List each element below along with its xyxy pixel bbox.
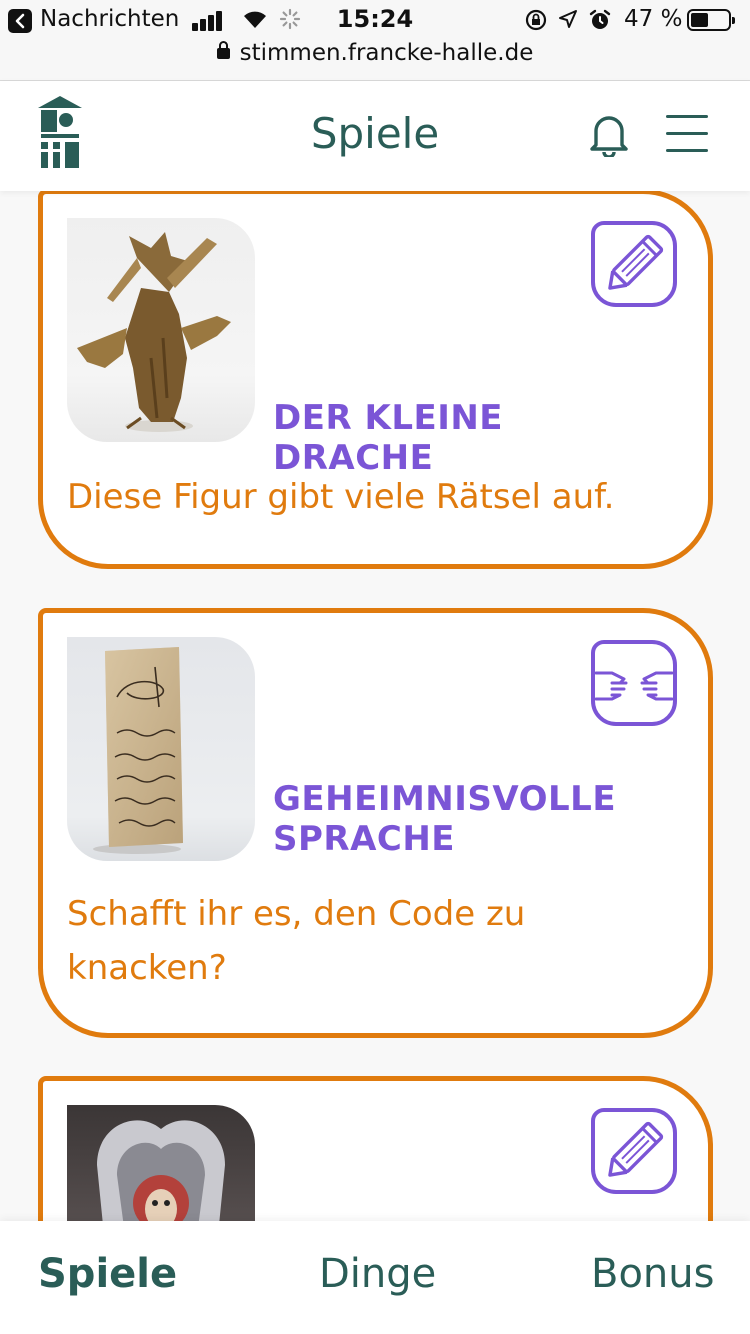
game-card-dragon[interactable]: DER KLEINE DRACHE Diese Figur gibt viele… <box>38 191 713 569</box>
game-card-language[interactable]: GEHEIMNISVOLLE SPRACHE Schafft ihr es, d… <box>38 608 713 1038</box>
hamburger-menu-icon[interactable] <box>666 115 710 153</box>
pencil-icon <box>591 221 677 307</box>
tab-bonus[interactable]: Bonus <box>591 1251 714 1297</box>
game-card-frame[interactable] <box>38 1076 713 1221</box>
url-text: stimmen.francke-halle.de <box>239 40 534 66</box>
rotation-lock-icon <box>525 9 547 31</box>
status-bar: Nachrichten 15:24 47 % stimmen.francke-h… <box>0 0 750 81</box>
tab-dinge[interactable]: Dinge <box>319 1251 436 1297</box>
alarm-icon <box>589 9 611 29</box>
pencil-icon <box>591 1108 677 1194</box>
ornate-carved-frame-photo <box>67 1105 255 1221</box>
app-header: Spiele <box>0 81 750 191</box>
location-icon <box>559 10 577 28</box>
dragon-figure-photo <box>67 218 255 442</box>
card-description: Schafft ihr es, den Code zu knacken? <box>67 894 526 988</box>
card-title: DER KLEINE DRACHE <box>273 398 504 478</box>
tab-spiele[interactable]: Spiele <box>38 1251 177 1297</box>
battery-percentage: 47 % <box>624 6 683 32</box>
bottom-tab-bar: Spiele Dinge Bonus <box>0 1221 750 1334</box>
manuscript-document-photo <box>67 637 255 861</box>
card-description: Diese Figur gibt viele Rätsel auf. <box>67 477 615 517</box>
card-title: GEHEIMNISVOLLE SPRACHE <box>273 779 617 859</box>
battery-icon <box>687 9 735 31</box>
lock-icon <box>216 41 230 59</box>
bell-icon[interactable] <box>588 111 630 157</box>
game-list: DER KLEINE DRACHE Diese Figur gibt viele… <box>0 191 750 1221</box>
sign-language-hands-icon <box>591 640 677 726</box>
page-title: Spiele <box>310 109 440 158</box>
url-bar[interactable]: stimmen.francke-halle.de <box>0 40 750 66</box>
